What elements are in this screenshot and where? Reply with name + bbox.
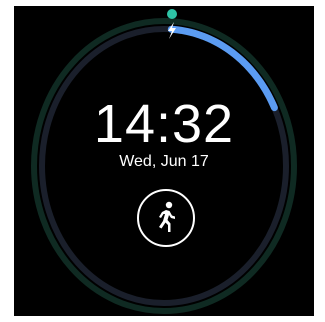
indicator-dot bbox=[167, 9, 177, 19]
running-person-icon bbox=[159, 201, 175, 232]
activity-button[interactable] bbox=[137, 189, 195, 247]
watch-face: 14:32 Wed, Jun 17 bbox=[14, 6, 314, 316]
clock-date: Wed, Jun 17 bbox=[119, 153, 209, 170]
clock-time: 14:32 bbox=[93, 94, 235, 154]
